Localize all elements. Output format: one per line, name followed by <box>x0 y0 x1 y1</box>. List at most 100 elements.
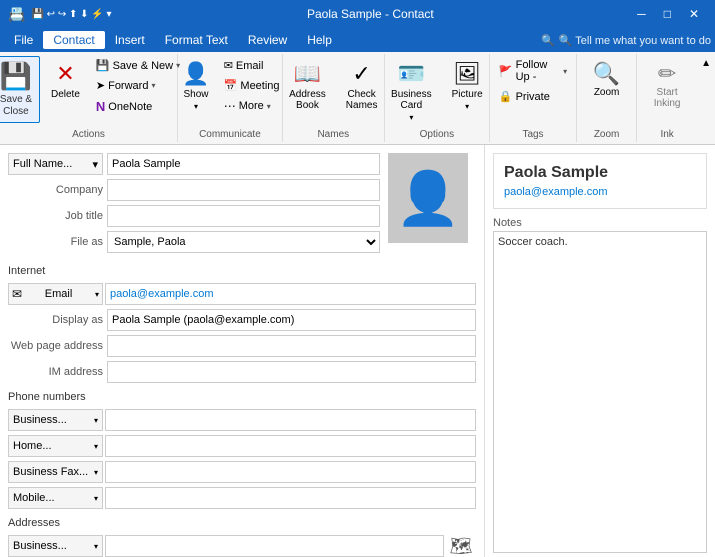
forward-icon: ➤ <box>96 79 105 92</box>
map-button[interactable]: 🗺 <box>446 536 476 557</box>
menu-file[interactable]: File <box>4 31 43 49</box>
business-phone-input[interactable] <box>105 409 476 431</box>
window-controls: ─ □ ✕ <box>629 5 707 23</box>
menu-insert[interactable]: Insert <box>105 31 155 49</box>
business-card-label: BusinessCard <box>391 89 432 111</box>
ribbon-ink-content: ✏ StartInking <box>645 56 690 127</box>
full-name-row: Full Name... ▾ <box>8 153 380 175</box>
file-as-row: File as Sample, Paola <box>8 231 380 253</box>
card-name: Paola Sample <box>504 164 608 182</box>
picture-button[interactable]: 🖼 Picture ▾ <box>443 56 492 116</box>
mobile-phone-input[interactable] <box>105 487 476 509</box>
window-title: Paola Sample - Contact <box>112 7 630 21</box>
email-button[interactable]: ✉ Email <box>219 56 285 75</box>
business-card-icon: 🪪 <box>398 61 425 87</box>
person-icon: 👤 <box>396 168 461 229</box>
actions-group-label: Actions <box>72 127 105 140</box>
menu-contact[interactable]: Contact <box>43 31 104 49</box>
email-row: ✉ Email ▾ <box>8 283 476 305</box>
card-email[interactable]: paola@example.com <box>504 186 608 198</box>
business-card-dropdown: ▾ <box>409 113 413 122</box>
im-label: IM address <box>8 366 103 378</box>
address-input[interactable] <box>105 535 444 557</box>
contact-card: Paola Sample paola@example.com <box>493 153 707 209</box>
full-name-btn-label: Full Name... <box>13 158 72 170</box>
ribbon-collapse[interactable]: ▲ <box>697 54 715 142</box>
onenote-button[interactable]: N OneNote <box>91 96 185 117</box>
close-button[interactable]: ✕ <box>681 5 707 23</box>
communicate-group-label: Communicate <box>199 127 261 140</box>
show-label: Show <box>183 89 208 100</box>
meeting-button[interactable]: 📅 Meeting <box>219 76 285 95</box>
tell-me-bar[interactable]: 🔍 🔍 Tell me what you want to do <box>541 34 711 47</box>
ribbon-ink-group: ✏ StartInking Ink <box>637 54 697 142</box>
save-new-icon: 💾 <box>96 59 110 72</box>
save-new-label: Save & New <box>113 60 174 72</box>
address-row: Business... ▾ 🗺 <box>8 535 476 557</box>
zoom-group-label: Zoom <box>594 127 620 140</box>
im-input[interactable] <box>107 361 476 383</box>
picture-label: Picture <box>452 89 483 100</box>
follow-up-button[interactable]: 🚩 Follow Up - ▾ <box>494 56 572 86</box>
save-close-button[interactable]: 💾 Save &Close <box>0 56 40 123</box>
ribbon-options-content: 🪪 BusinessCard ▾ 🖼 Picture ▾ <box>382 56 492 127</box>
ribbon-actions-group: 💾 Save &Close ✕ Delete 💾 Save & New ▾ ➤ … <box>0 54 178 142</box>
job-title-input[interactable] <box>107 205 380 227</box>
address-book-button[interactable]: 📖 AddressBook <box>280 56 335 116</box>
private-button[interactable]: 🔒 Private <box>494 87 572 106</box>
fax-phone-button[interactable]: Business Fax... ▾ <box>8 461 103 483</box>
menu-review[interactable]: Review <box>238 31 297 49</box>
tags-col: 🚩 Follow Up - ▾ 🔒 Private <box>494 56 572 106</box>
home-phone-button[interactable]: Home... ▾ <box>8 435 103 457</box>
home-phone-input[interactable] <box>105 435 476 457</box>
company-input[interactable] <box>107 179 380 201</box>
ink-icon: ✏ <box>658 61 676 87</box>
delete-button[interactable]: ✕ Delete <box>42 56 89 106</box>
check-names-button[interactable]: ✓ CheckNames <box>337 56 387 116</box>
zoom-icon: 🔍 <box>593 61 620 87</box>
onenote-label: OneNote <box>108 101 152 113</box>
more-label: More <box>239 100 264 112</box>
fax-phone-dropdown: ▾ <box>94 468 98 477</box>
address-button[interactable]: Business... ▾ <box>8 535 103 557</box>
fax-phone-input[interactable] <box>105 461 476 483</box>
mobile-phone-row: Mobile... ▾ <box>8 487 476 509</box>
mobile-phone-button[interactable]: Mobile... ▾ <box>8 487 103 509</box>
ribbon-tags-group: 🚩 Follow Up - ▾ 🔒 Private Tags <box>490 54 577 142</box>
start-inking-button[interactable]: ✏ StartInking <box>645 56 690 114</box>
full-name-button[interactable]: Full Name... ▾ <box>8 153 103 175</box>
web-page-input[interactable] <box>107 335 476 357</box>
title-bar: 📇 💾 ↩ ↪ ⬆ ⬇ ⚡ ▾ Paola Sample - Contact ─… <box>0 0 715 28</box>
options-group-label: Options <box>420 127 454 140</box>
contact-photo: 👤 <box>388 153 468 243</box>
ribbon-communicate-content: 👤 Show ▾ ✉ Email 📅 Meeting ⋯ More ▾ <box>175 56 284 127</box>
email-ribbon-label: Email <box>236 60 264 72</box>
file-as-select[interactable]: Sample, Paola <box>107 231 380 253</box>
display-as-input[interactable] <box>107 309 476 331</box>
email-label-button[interactable]: ✉ Email ▾ <box>8 283 103 305</box>
save-new-button[interactable]: 💾 Save & New ▾ <box>91 56 185 75</box>
ribbon-actions-content: 💾 Save &Close ✕ Delete 💾 Save & New ▾ ➤ … <box>0 56 185 127</box>
address-book-label: AddressBook <box>289 89 326 111</box>
more-button[interactable]: ⋯ More ▾ <box>219 96 285 116</box>
title-bar-left: 📇 💾 ↩ ↪ ⬆ ⬇ ⚡ ▾ <box>8 6 112 23</box>
show-button[interactable]: 👤 Show ▾ <box>175 56 216 116</box>
more-dropdown: ▾ <box>267 102 271 111</box>
onenote-icon: N <box>96 99 105 114</box>
business-card-button[interactable]: 🪪 BusinessCard ▾ <box>382 56 441 127</box>
zoom-button[interactable]: 🔍 Zoom <box>584 56 629 103</box>
email-input[interactable] <box>105 283 476 305</box>
business-phone-button[interactable]: Business... ▾ <box>8 409 103 431</box>
minimize-button[interactable]: ─ <box>629 5 654 23</box>
notes-area[interactable]: Soccer coach. <box>493 231 707 553</box>
menu-format-text[interactable]: Format Text <box>155 31 238 49</box>
maximize-button[interactable]: □ <box>656 5 679 23</box>
ink-group-label: Ink <box>660 127 673 140</box>
forward-button[interactable]: ➤ Forward ▾ <box>91 76 185 95</box>
full-name-input[interactable] <box>107 153 380 175</box>
check-names-icon: ✓ <box>352 61 370 87</box>
im-row: IM address <box>8 361 476 383</box>
menu-help[interactable]: Help <box>297 31 342 49</box>
business-phone-label: Business... <box>13 414 67 426</box>
address-label: Business... <box>13 540 67 552</box>
